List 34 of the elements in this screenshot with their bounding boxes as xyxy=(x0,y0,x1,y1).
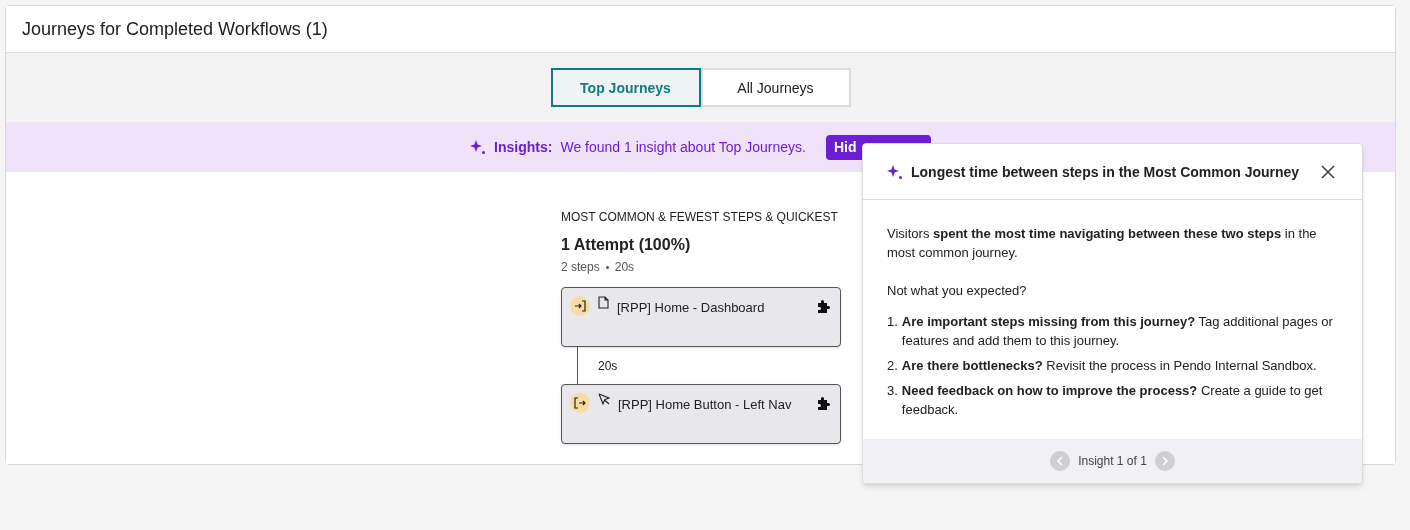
next-button[interactable] xyxy=(1154,451,1175,471)
chevron-right-icon xyxy=(1160,456,1169,466)
item-number: 1. xyxy=(887,313,898,331)
suggestion-text: Need feedback on how to improve the process? Create a guide to get feedback. xyxy=(901,382,1324,419)
page-icon xyxy=(598,296,609,309)
journey-step-card[interactable]: [RPP] Home - Dashboard xyxy=(561,287,841,347)
step-gap-duration: 20s xyxy=(598,357,618,374)
journey-duration: 20s xyxy=(614,259,635,275)
previous-button[interactable] xyxy=(1050,451,1071,471)
sparkle-icon xyxy=(887,163,903,180)
journey-step-card[interactable]: [RPP] Home Button - Left Nav xyxy=(561,384,841,444)
suggestion-text: Are there bottlenecks? Revisit the process in Pendo Internal Sandbox. xyxy=(901,357,1317,375)
insights-label: Insights: xyxy=(494,138,553,157)
step-label: [RPP] Home Button - Left Nav xyxy=(618,396,793,414)
journey-title: 1 Attempt (100%) xyxy=(561,235,691,255)
step-label: [RPP] Home - Dashboard xyxy=(617,299,766,317)
cursor-icon xyxy=(598,393,610,405)
journey-tab[interactable]: All Journeys xyxy=(700,68,851,107)
panel-title: Journeys for Completed Workflows (1) xyxy=(22,18,328,41)
popover-title: Longest time between steps in the Most Common Journey xyxy=(911,162,1301,182)
insight-pager: Insight 1 of 1 xyxy=(1078,453,1147,469)
puzzle-icon xyxy=(816,395,832,411)
suggestion-text: Are important steps missing from this journey? Tag additional pages or features and add them to this journey. xyxy=(901,313,1334,350)
journey-tab[interactable]: Top Journeys xyxy=(550,68,701,107)
item-number: 2. xyxy=(887,357,898,375)
journey-tags: MOST COMMON & FEWEST STEPS & QUICKEST xyxy=(561,209,838,225)
insights-message: We found 1 insight about Top Journeys. xyxy=(560,138,806,157)
chevron-left-icon xyxy=(1056,456,1065,466)
steps-count: 2 steps xyxy=(561,259,600,275)
popover-question: Not what you expected? xyxy=(887,282,1028,300)
sparkle-icon xyxy=(470,139,487,155)
popover-intro: Visitors spent the most time navigating between these two steps in the most common journey. xyxy=(887,225,1318,262)
item-number: 3. xyxy=(887,382,898,400)
puzzle-icon xyxy=(816,298,832,314)
